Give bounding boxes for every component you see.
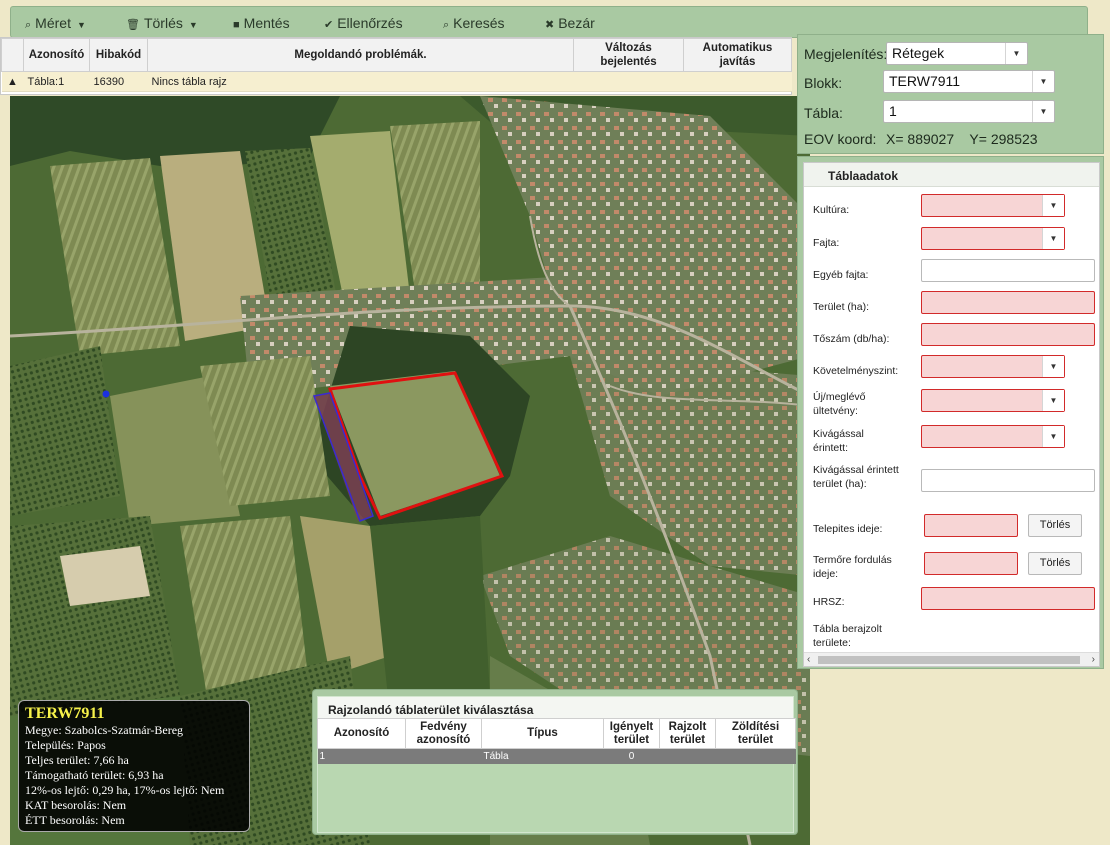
chevron-down-icon: ▼ bbox=[1042, 426, 1064, 447]
info-slope: 12%-os lejtő: 0,29 ha, 17%-os lejtő: Nem bbox=[25, 783, 225, 797]
culture-label: Kultúra: bbox=[813, 204, 850, 216]
col-code-header[interactable]: Hibakód bbox=[89, 38, 148, 72]
chevron-down-icon: ▼ bbox=[1042, 195, 1064, 216]
info-eligible-area: Támogatható terület: 6,93 ha bbox=[25, 768, 164, 782]
scroll-right-icon[interactable]: › bbox=[1092, 653, 1095, 666]
col-problem-header[interactable]: Megoldandó problémák. bbox=[147, 38, 574, 72]
bearing-date-input[interactable] bbox=[924, 552, 1018, 575]
cutting-affected-label: Kivágással érintett: bbox=[813, 428, 864, 454]
col-id-header[interactable]: Azonosító bbox=[317, 718, 406, 749]
col-autofix-header[interactable]: Automatikus javítás bbox=[683, 38, 792, 72]
planting-date-clear-button[interactable]: Törlés bbox=[1028, 514, 1082, 537]
other-variety-label: Egyéb fajta: bbox=[813, 269, 869, 281]
table-select[interactable]: 1 ▼ bbox=[883, 100, 1055, 123]
col-type-header[interactable]: Típus bbox=[481, 718, 604, 749]
search-icon: ⌕ bbox=[443, 19, 450, 31]
chevron-down-icon: ▼ bbox=[1005, 43, 1027, 64]
col-requested-header[interactable]: Igényelt terület bbox=[603, 718, 660, 749]
plantation-status-select[interactable]: ▼ bbox=[921, 389, 1065, 412]
error-panel: Azonosító Hibakód Megoldandó problémák. … bbox=[0, 37, 792, 95]
table-row[interactable]: ▲ Tábla:1 16390 Nincs tábla rajz bbox=[1, 71, 792, 92]
close-icon: ✖ bbox=[545, 19, 555, 31]
info-county: Megye: Szabolcs-Szatmár-Bereg bbox=[25, 723, 184, 737]
error-table: Azonosító Hibakód Megoldandó problémák. … bbox=[1, 38, 792, 92]
info-settlement: Település: Papos bbox=[25, 738, 106, 752]
area-input[interactable] bbox=[921, 291, 1095, 314]
info-kat: KAT besorolás: Nem bbox=[25, 798, 127, 812]
cutting-area-input[interactable] bbox=[921, 469, 1095, 492]
error-table-header: Azonosító Hibakód Megoldandó problémák. … bbox=[1, 38, 792, 72]
scrollbar-thumb[interactable] bbox=[818, 656, 1080, 664]
planting-date-label: Telepites ideje: bbox=[813, 523, 883, 535]
eov-label: EOV koord: bbox=[804, 131, 877, 147]
panel-title: Táblaadatok bbox=[804, 163, 1099, 187]
block-select[interactable]: TERW7911 ▼ bbox=[883, 70, 1055, 93]
col-drawn-header[interactable]: Rajzolt terület bbox=[659, 718, 716, 749]
cutting-affected-select[interactable]: ▼ bbox=[921, 425, 1065, 448]
area-label: Terület (ha): bbox=[813, 301, 870, 313]
block-info-box: TERW7911 Megye: Szabolcs-Szatmár-Bereg T… bbox=[18, 700, 250, 832]
eov-coordinates: X= 889027 Y= 298523 bbox=[886, 131, 1038, 147]
variety-label: Fajta: bbox=[813, 237, 840, 249]
col-layer-header[interactable]: Fedvény azonosító bbox=[405, 718, 482, 749]
chevron-down-icon: ▼ bbox=[1032, 101, 1054, 122]
plant-count-label: Tőszám (db/ha): bbox=[813, 333, 890, 345]
info-total-area: Teljes terület: 7,66 ha bbox=[25, 753, 129, 767]
chevron-down-icon: ▼ bbox=[1042, 356, 1064, 377]
drawn-area-label: Tábla berajzolt területe: bbox=[813, 623, 882, 649]
trash-icon: 🗑 bbox=[126, 19, 140, 31]
chevron-down-icon: ▼ bbox=[76, 20, 86, 30]
scroll-left-icon[interactable]: ‹ bbox=[807, 653, 810, 666]
magnifier-icon: ⌕ bbox=[25, 19, 32, 31]
requirement-level-select[interactable]: ▼ bbox=[921, 355, 1065, 378]
size-menu-button[interactable]: ⌕ Méret ▼ bbox=[25, 15, 86, 32]
display-label: Megjelenítés: bbox=[804, 46, 888, 62]
other-variety-input[interactable] bbox=[921, 259, 1095, 282]
block-id: TERW7911 bbox=[25, 705, 105, 722]
table-data-form: Táblaadatok Kultúra: ▼ Fajta: ▼ Egyéb fa… bbox=[803, 162, 1100, 667]
col-greening-header[interactable]: Zöldítési terület bbox=[715, 718, 796, 749]
plantation-status-label: Új/meglévő ültetvény: bbox=[813, 391, 866, 417]
delete-menu-button[interactable]: 🗑 Törlés ▼ bbox=[126, 15, 198, 31]
close-button[interactable]: ✖ Bezár bbox=[545, 15, 595, 31]
drawing-selection-panel: Rajzolandó táblaterület kiválasztása Azo… bbox=[312, 689, 798, 835]
display-select[interactable]: Rétegek ▼ bbox=[886, 42, 1028, 65]
chevron-down-icon: ▼ bbox=[1042, 228, 1064, 249]
table-row[interactable]: 1 Tábla 0 bbox=[317, 748, 796, 764]
check-button[interactable]: ✔ Ellenőrzés bbox=[324, 15, 403, 31]
variety-select[interactable]: ▼ bbox=[921, 227, 1065, 250]
chevron-down-icon: ▼ bbox=[1032, 71, 1054, 92]
search-button[interactable]: ⌕ Keresés bbox=[443, 15, 505, 32]
horizontal-scrollbar[interactable]: ‹ › bbox=[804, 652, 1099, 666]
save-icon: ■ bbox=[233, 19, 240, 31]
info-ett: ÉTT besorolás: Nem bbox=[25, 813, 125, 827]
col-change-header[interactable]: Változás bejelentés bbox=[573, 38, 684, 72]
chevron-down-icon: ▼ bbox=[1042, 390, 1064, 411]
save-button[interactable]: ■ Mentés bbox=[233, 15, 290, 31]
plant-count-input[interactable] bbox=[921, 323, 1095, 346]
bearing-date-clear-button[interactable]: Törlés bbox=[1028, 552, 1082, 575]
cutting-area-label: Kivágással érintett terület (ha): bbox=[813, 464, 899, 490]
hrsz-input[interactable] bbox=[921, 587, 1095, 610]
block-label: Blokk: bbox=[804, 75, 843, 91]
culture-select[interactable]: ▼ bbox=[921, 194, 1065, 217]
check-icon: ✔ bbox=[324, 19, 334, 31]
chevron-down-icon: ▼ bbox=[188, 20, 198, 30]
bearing-date-label: Termőre fordulás ideje: bbox=[813, 554, 892, 580]
requirement-level-label: Követelményszint: bbox=[813, 365, 899, 377]
view-panel: Megjelenítés: Rétegek ▼ Blokk: TERW7911 … bbox=[797, 34, 1104, 154]
table-label: Tábla: bbox=[804, 105, 843, 121]
drawing-selection-table: Azonosító Fedvény azonosító Típus Igénye… bbox=[317, 718, 796, 764]
table-data-panel: Táblaadatok Kultúra: ▼ Fajta: ▼ Egyéb fa… bbox=[797, 156, 1104, 669]
planting-date-input[interactable] bbox=[924, 514, 1018, 537]
warning-icon: ▲ bbox=[1, 71, 24, 92]
hrsz-label: HRSZ: bbox=[813, 596, 845, 608]
col-id-header[interactable]: Azonosító bbox=[23, 38, 90, 72]
